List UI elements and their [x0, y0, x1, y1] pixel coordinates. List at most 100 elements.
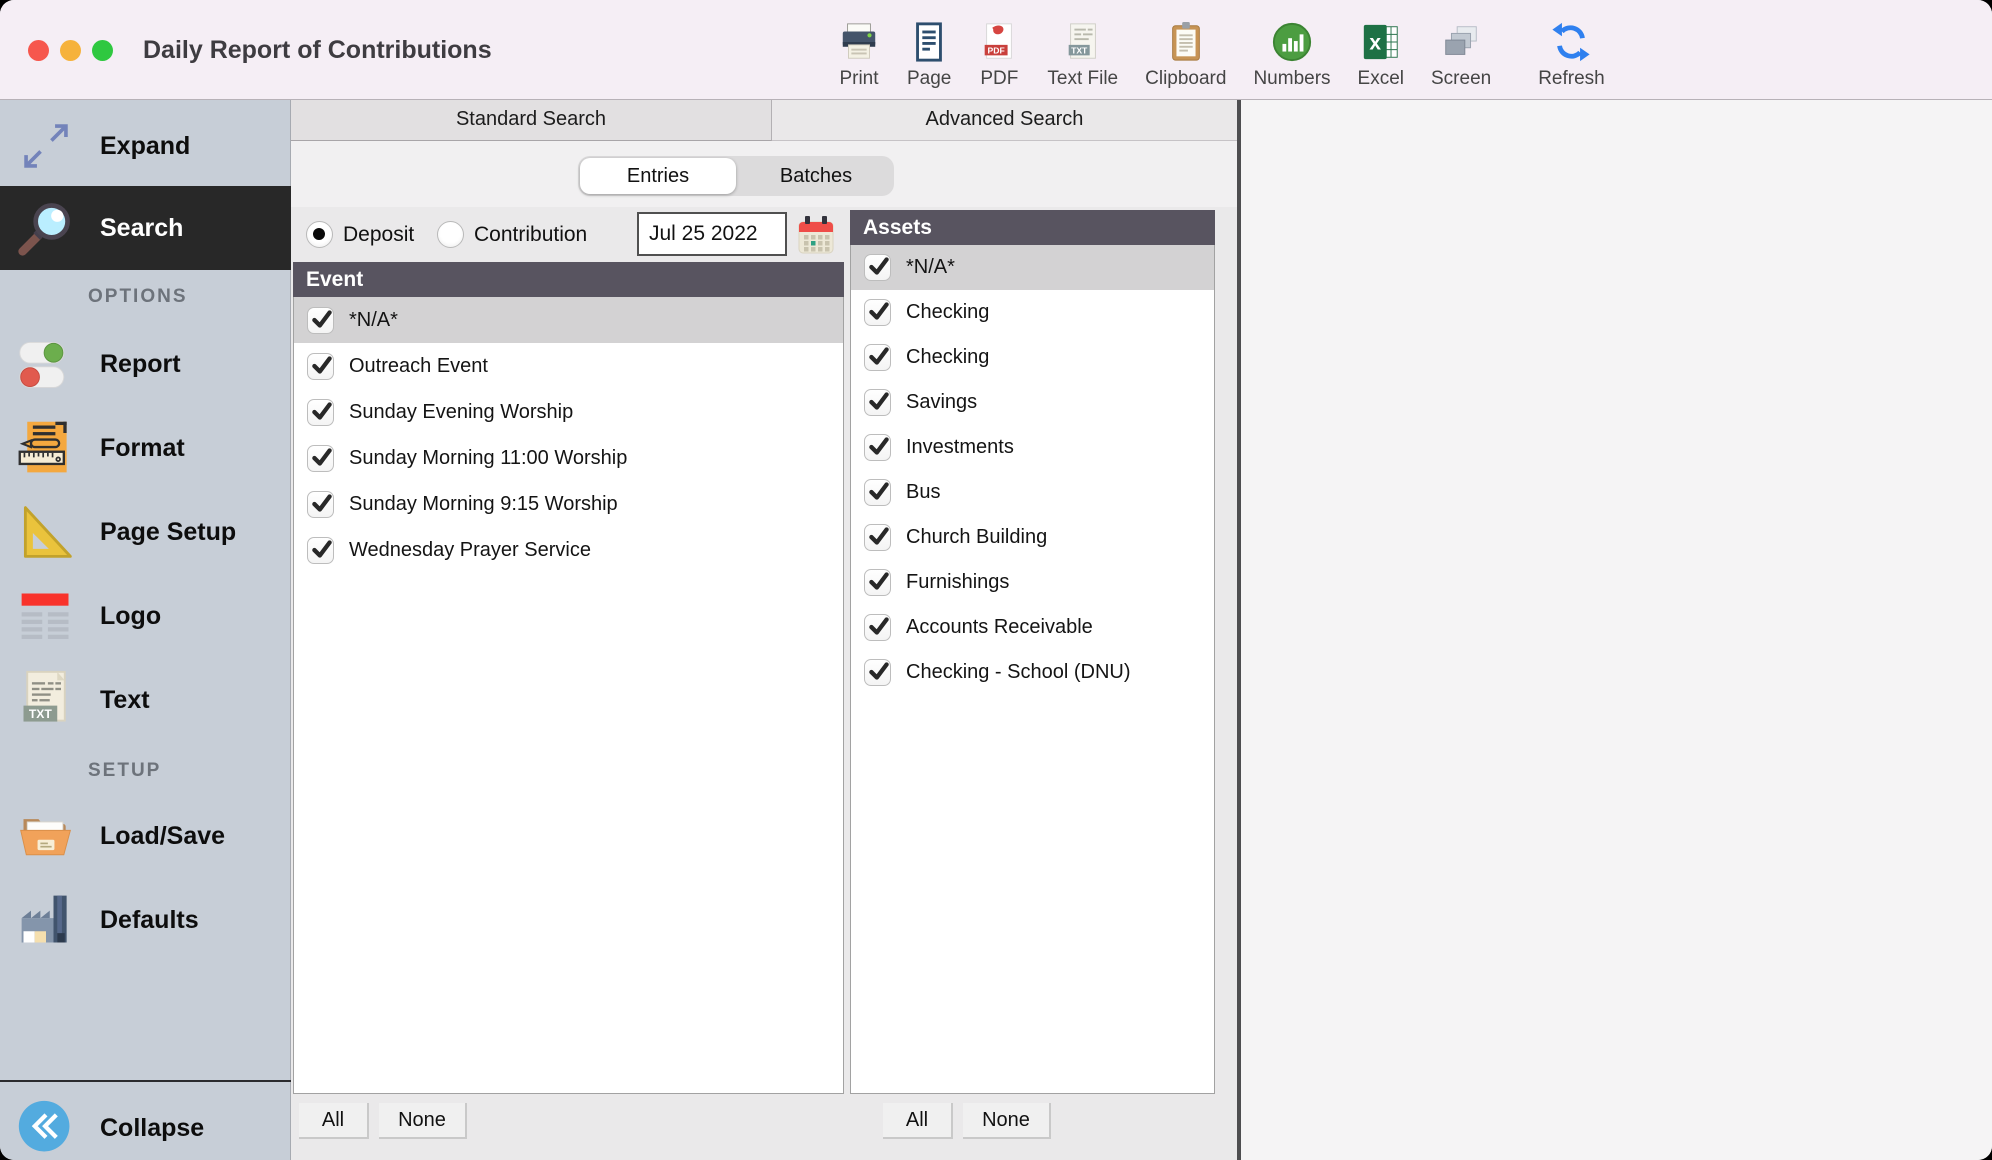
svg-text:TXT: TXT [1071, 45, 1088, 55]
segment-batches[interactable]: Batches [738, 156, 894, 196]
excel-button[interactable]: x Excel [1358, 19, 1404, 96]
segment-entries[interactable]: Entries [580, 158, 736, 194]
svg-text:PDF: PDF [988, 45, 1005, 55]
checkbox-checked[interactable] [864, 614, 891, 641]
list-item[interactable]: Sunday Morning 11:00 Worship [294, 435, 843, 481]
sidebar-item-expand[interactable]: Expand [0, 106, 291, 186]
checkbox-checked[interactable] [307, 445, 334, 472]
page-icon [908, 19, 950, 65]
toolbar: Print Page PDF [838, 6, 1605, 96]
search-content: Deposit Contribution Event *N/A [291, 207, 1237, 1160]
checkbox-checked[interactable] [864, 254, 891, 281]
checkbox-checked[interactable] [864, 659, 891, 686]
checkbox-checked[interactable] [864, 479, 891, 506]
checkbox-checked[interactable] [307, 307, 334, 334]
print-button[interactable]: Print [838, 19, 880, 96]
toggles-icon [14, 332, 78, 396]
sidebar-item-report[interactable]: Report [0, 322, 291, 406]
list-item[interactable]: Checking - School (DNU) [851, 650, 1214, 695]
collapse-icon [14, 1096, 78, 1160]
search-icon [14, 196, 78, 260]
sidebar-item-search[interactable]: Search [0, 186, 291, 270]
list-item[interactable]: Bus [851, 470, 1214, 515]
sidebar-item-label: Page Setup [100, 518, 236, 547]
list-item[interactable]: *N/A* [851, 245, 1214, 290]
sidebar-item-text[interactable]: TXT Text [0, 658, 291, 742]
checkbox-checked[interactable] [307, 537, 334, 564]
refresh-button[interactable]: Refresh [1538, 19, 1605, 96]
list-item[interactable]: Investments [851, 425, 1214, 470]
sidebar-item-label: Format [100, 434, 185, 463]
clipboard-button[interactable]: Clipboard [1145, 19, 1226, 96]
search-tabs: Standard Search Advanced Search [291, 100, 1237, 141]
list-item[interactable]: Sunday Evening Worship [294, 389, 843, 435]
sidebar-item-label: Load/Save [100, 822, 225, 851]
toolbar-label: Screen [1431, 68, 1491, 96]
page-button[interactable]: Page [907, 19, 951, 96]
sidebar-item-label: Search [100, 214, 183, 243]
sidebar: Expand Search OPTIONS R [0, 100, 291, 1160]
tab-standard-search[interactable]: Standard Search [291, 100, 772, 141]
text-file-button[interactable]: TXT Text File [1047, 19, 1118, 96]
numbers-button[interactable]: Numbers [1253, 19, 1330, 96]
list-item[interactable]: *N/A* [294, 297, 843, 343]
screen-button[interactable]: Screen [1431, 19, 1491, 96]
svg-text:TXT: TXT [29, 707, 53, 721]
txt-file-icon: TXT [14, 668, 78, 732]
pdf-button[interactable]: PDF PDF [978, 19, 1020, 96]
toolbar-label: Excel [1358, 68, 1404, 96]
sidebar-item-label: Expand [100, 132, 190, 161]
assets-all-button[interactable]: All [883, 1103, 953, 1139]
checkbox-checked[interactable] [864, 389, 891, 416]
toolbar-label: Clipboard [1145, 68, 1226, 96]
sidebar-item-load-save[interactable]: Load/Save [0, 794, 291, 878]
refresh-icon [1550, 19, 1592, 65]
tab-advanced-search[interactable]: Advanced Search [772, 100, 1237, 141]
list-item[interactable]: Church Building [851, 515, 1214, 560]
expand-icon [14, 114, 78, 178]
titlebar: Daily Report of Contributions Print [0, 0, 1992, 100]
entries-batches-switch: Entries Batches [578, 156, 894, 196]
close-button[interactable] [28, 40, 49, 61]
calendar-button[interactable] [797, 213, 835, 255]
date-input[interactable] [637, 212, 787, 256]
list-item[interactable]: Furnishings [851, 560, 1214, 605]
printer-icon [838, 19, 880, 65]
zoom-button[interactable] [92, 40, 113, 61]
sidebar-item-label: Defaults [100, 906, 199, 935]
checkbox-checked[interactable] [864, 299, 891, 326]
assets-list: *N/A* Checking Checking Savings Investme… [850, 245, 1215, 1094]
contribution-label: Contribution [474, 223, 587, 247]
checkbox-checked[interactable] [864, 524, 891, 551]
list-item[interactable]: Checking [851, 290, 1214, 335]
checkbox-checked[interactable] [307, 353, 334, 380]
list-item[interactable]: Savings [851, 380, 1214, 425]
list-item[interactable]: Accounts Receivable [851, 605, 1214, 650]
list-item[interactable]: Wednesday Prayer Service [294, 527, 843, 573]
event-none-button[interactable]: None [379, 1103, 467, 1139]
sidebar-item-logo[interactable]: Logo [0, 574, 291, 658]
segment-strip: Entries Batches [291, 141, 1237, 207]
toolbar-label: Text File [1047, 68, 1118, 96]
minimize-button[interactable] [60, 40, 81, 61]
checkbox-checked[interactable] [307, 491, 334, 518]
checkbox-checked[interactable] [307, 399, 334, 426]
contribution-radio[interactable] [437, 221, 464, 248]
sidebar-item-collapse[interactable]: Collapse [0, 1090, 291, 1160]
sidebar-item-defaults[interactable]: Defaults [0, 878, 291, 962]
list-item[interactable]: Sunday Morning 9:15 Worship [294, 481, 843, 527]
list-item[interactable]: Outreach Event [294, 343, 843, 389]
event-list: *N/A* Outreach Event Sunday Evening Wors… [293, 297, 844, 1094]
checkbox-checked[interactable] [864, 344, 891, 371]
assets-none-button[interactable]: None [963, 1103, 1051, 1139]
checkbox-checked[interactable] [864, 569, 891, 596]
assets-header: Assets [850, 210, 1215, 245]
sidebar-section-options: OPTIONS [88, 286, 188, 308]
list-item[interactable]: Checking [851, 335, 1214, 380]
checkbox-checked[interactable] [864, 434, 891, 461]
factory-icon [14, 888, 78, 952]
sidebar-item-format[interactable]: Format [0, 406, 291, 490]
event-all-button[interactable]: All [299, 1103, 369, 1139]
deposit-radio[interactable] [306, 221, 333, 248]
sidebar-item-page-setup[interactable]: Page Setup [0, 490, 291, 574]
